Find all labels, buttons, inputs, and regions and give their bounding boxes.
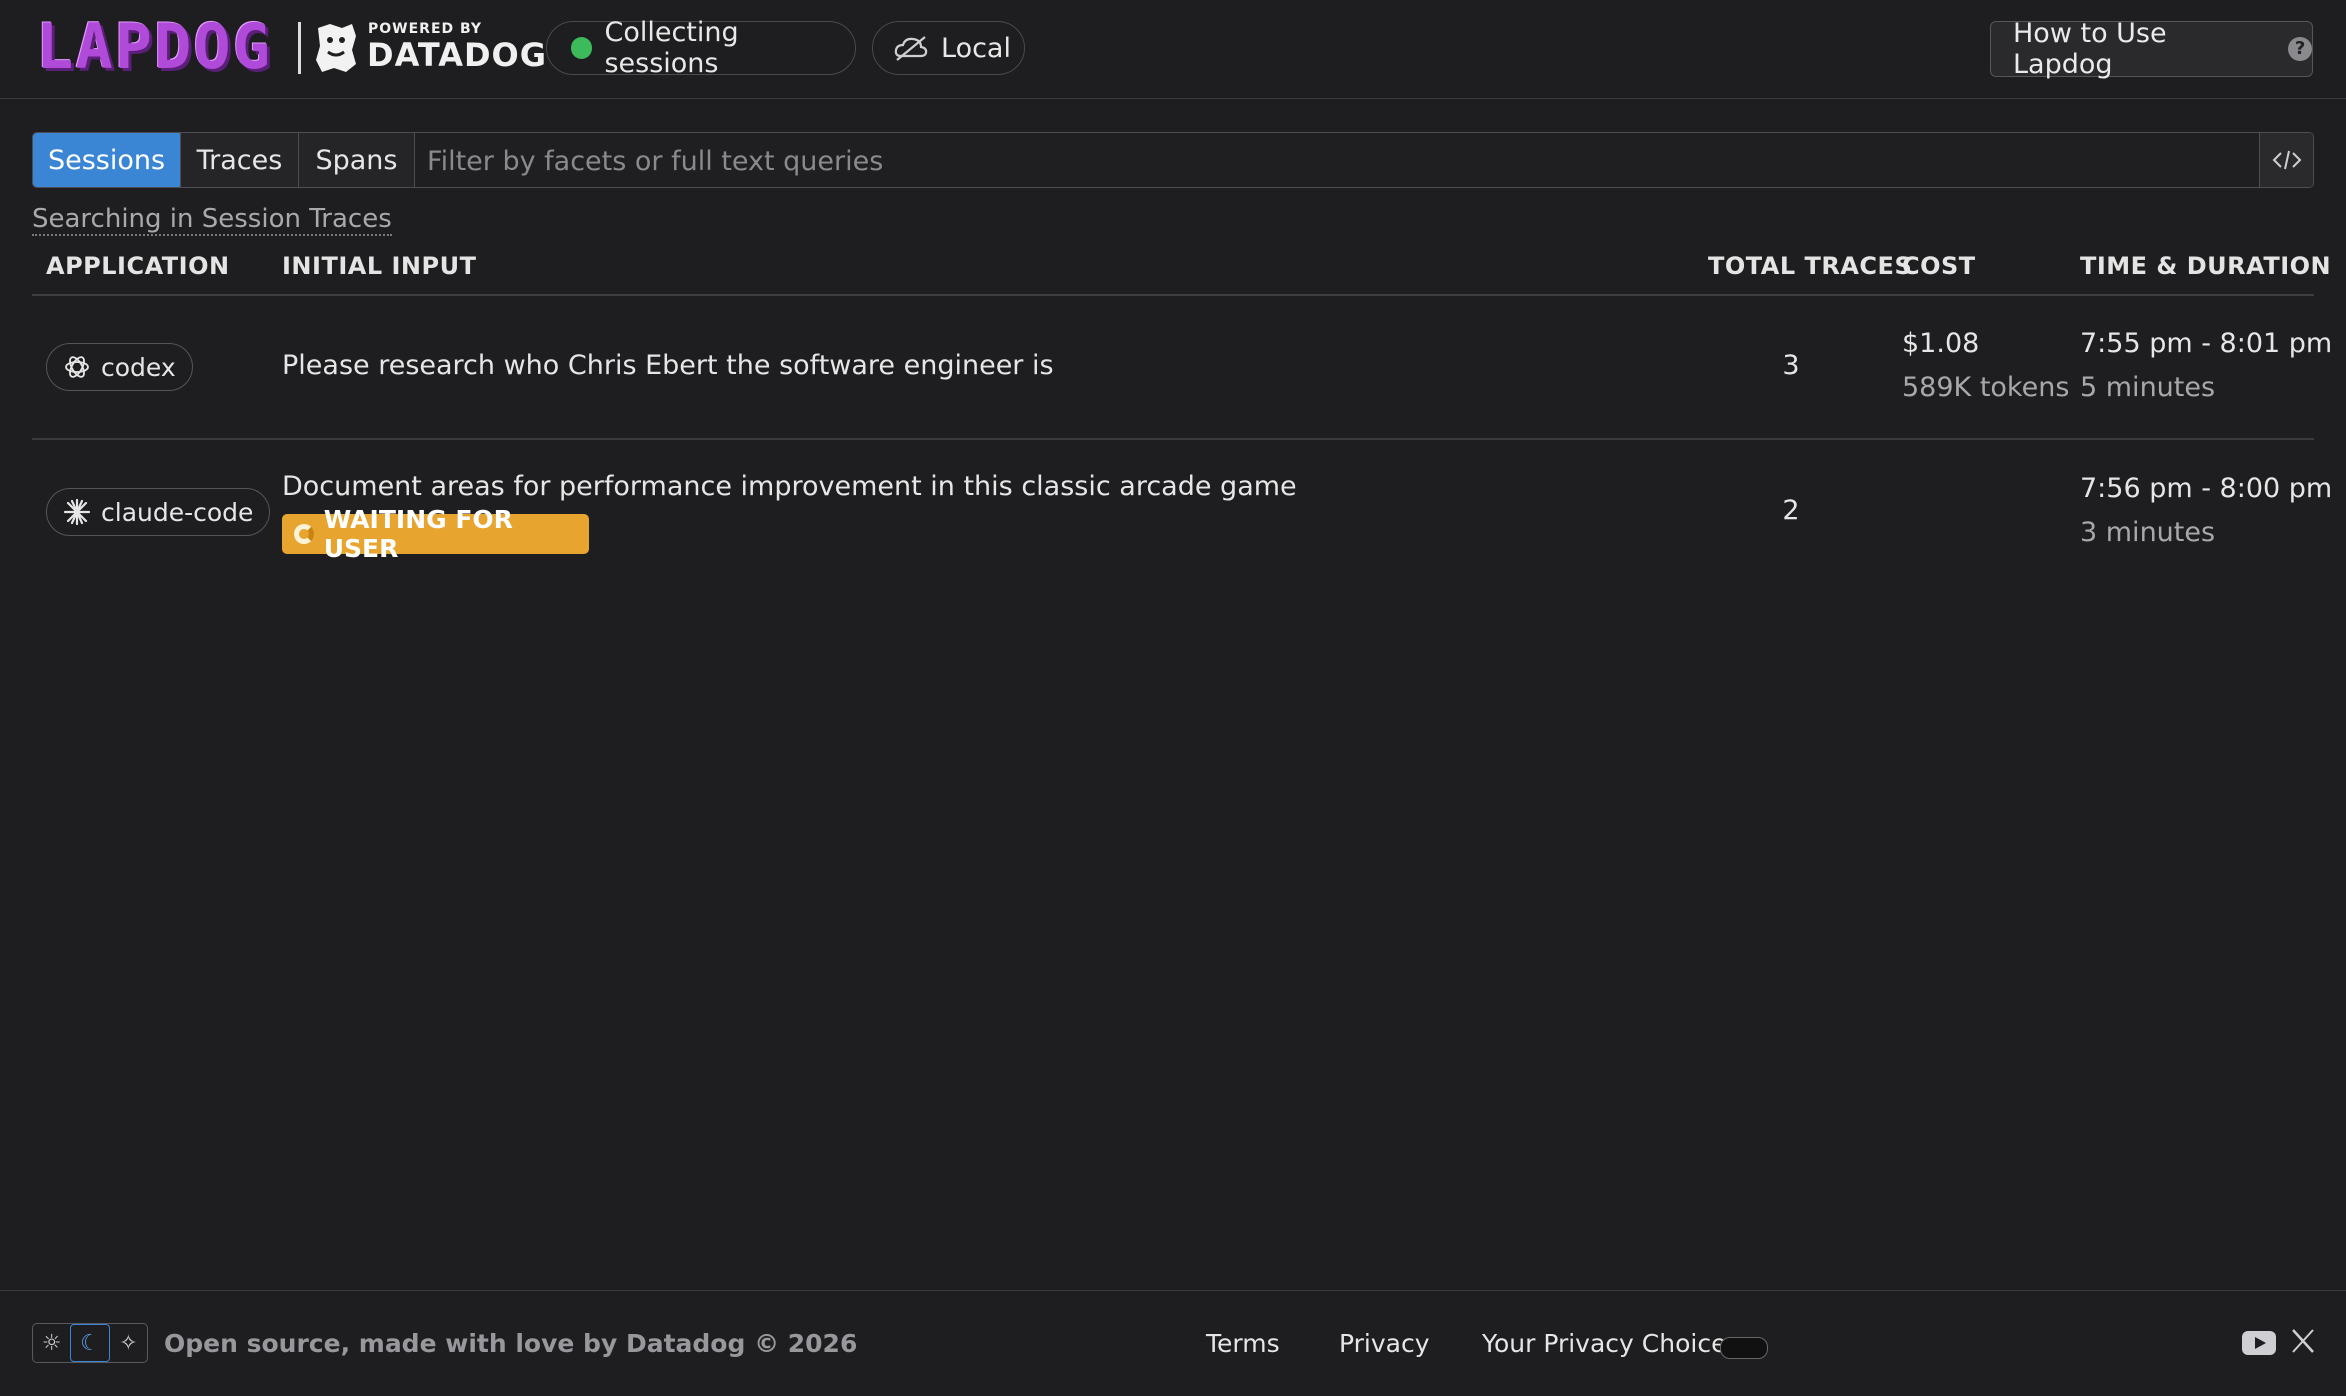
duration: 5 minutes — [2080, 372, 2216, 403]
token-count: 589K tokens — [1902, 372, 2070, 403]
privacy-link[interactable]: Privacy — [1339, 1329, 1430, 1358]
status-dot-icon — [571, 37, 593, 59]
app-name: codex — [101, 352, 176, 382]
search-scope-label[interactable]: Searching in Session Traces — [32, 204, 392, 236]
code-view-button[interactable] — [2259, 133, 2313, 187]
claude-sparkle-icon — [63, 498, 91, 526]
how-to-use-label: How to Use Lapdog — [2013, 18, 2167, 80]
footer: ☼ ☾ ✧ Open source, made with love by Dat… — [0, 1290, 2346, 1396]
app-pill-claude-code[interactable]: claude-code — [46, 488, 271, 536]
app-pill-codex[interactable]: codex — [46, 343, 193, 391]
total-traces-value: 3 — [1782, 350, 1800, 381]
search-bar: Sessions Traces Spans — [32, 132, 2314, 188]
column-header-initial-input[interactable]: INITIAL INPUT — [282, 252, 476, 280]
time-range: 7:55 pm - 8:01 pm — [2080, 328, 2333, 359]
powered-by-label: POWERED BY — [368, 21, 483, 37]
status-label: Collecting sessions — [604, 17, 739, 79]
environment-pill[interactable]: Local — [872, 21, 1025, 75]
terms-link[interactable]: Terms — [1206, 1329, 1280, 1358]
code-brackets-icon — [2272, 150, 2301, 170]
column-header-application[interactable]: APPLICATION — [46, 252, 230, 280]
tab-traces[interactable]: Traces — [181, 133, 299, 187]
spinner-icon — [294, 524, 314, 544]
how-to-use-button[interactable]: How to Use Lapdog ? — [1990, 18, 2313, 80]
youtube-icon[interactable] — [2242, 1331, 2276, 1355]
sun-icon[interactable]: ☼ — [33, 1324, 70, 1362]
datadog-dog-icon — [316, 24, 356, 72]
column-header-total-traces[interactable]: TOTAL TRACES — [1708, 252, 1912, 280]
row-divider — [32, 438, 2314, 440]
header-divider — [32, 294, 2314, 296]
tab-sessions[interactable]: Sessions — [33, 133, 181, 187]
initial-input-text: Please research who Chris Ebert the soft… — [282, 350, 1054, 381]
duration: 3 minutes — [2080, 517, 2216, 548]
status-badge: WAITING FOR USER — [282, 505, 589, 563]
environment-label: Local — [941, 32, 1011, 64]
cost-value: $1.08 — [1902, 328, 1980, 359]
privacy-choices-link[interactable]: Your Privacy Choices — [1482, 1329, 1739, 1358]
status-badge-label: WAITING FOR USER — [323, 505, 513, 563]
column-header-cost[interactable]: COST — [1902, 252, 1976, 280]
cloud-off-icon — [894, 36, 928, 61]
total-traces-value: 2 — [1782, 495, 1800, 526]
openai-icon — [65, 356, 89, 378]
help-question-icon: ? — [2288, 37, 2312, 61]
lapdog-logo[interactable]: LAPDOG — [36, 14, 272, 80]
wand-icon[interactable]: ✧ — [110, 1324, 147, 1362]
initial-input-text: Document areas for performance improveme… — [282, 471, 1297, 502]
column-header-time-duration[interactable]: TIME & DURATION — [2080, 252, 2331, 280]
collecting-status-pill[interactable]: Collecting sessions — [546, 17, 856, 79]
x-twitter-icon[interactable] — [2290, 1327, 2316, 1355]
search-input[interactable] — [415, 133, 2259, 187]
moon-icon[interactable]: ☾ — [70, 1324, 110, 1362]
datadog-wordmark[interactable]: DATADOG — [367, 36, 547, 74]
footer-credit: Open source, made with love by Datadog ©… — [164, 1329, 858, 1358]
logo-divider — [298, 22, 301, 74]
privacy-choices-toggle-icon[interactable] — [1720, 1337, 1768, 1359]
theme-toggle[interactable]: ☼ ☾ ✧ — [32, 1323, 148, 1363]
app-name: claude-code — [101, 497, 254, 527]
time-range: 7:56 pm - 8:00 pm — [2080, 473, 2333, 504]
top-header: LAPDOG POWERED BY DATADOG Collecting ses… — [0, 0, 2346, 99]
tab-spans[interactable]: Spans — [299, 133, 415, 187]
